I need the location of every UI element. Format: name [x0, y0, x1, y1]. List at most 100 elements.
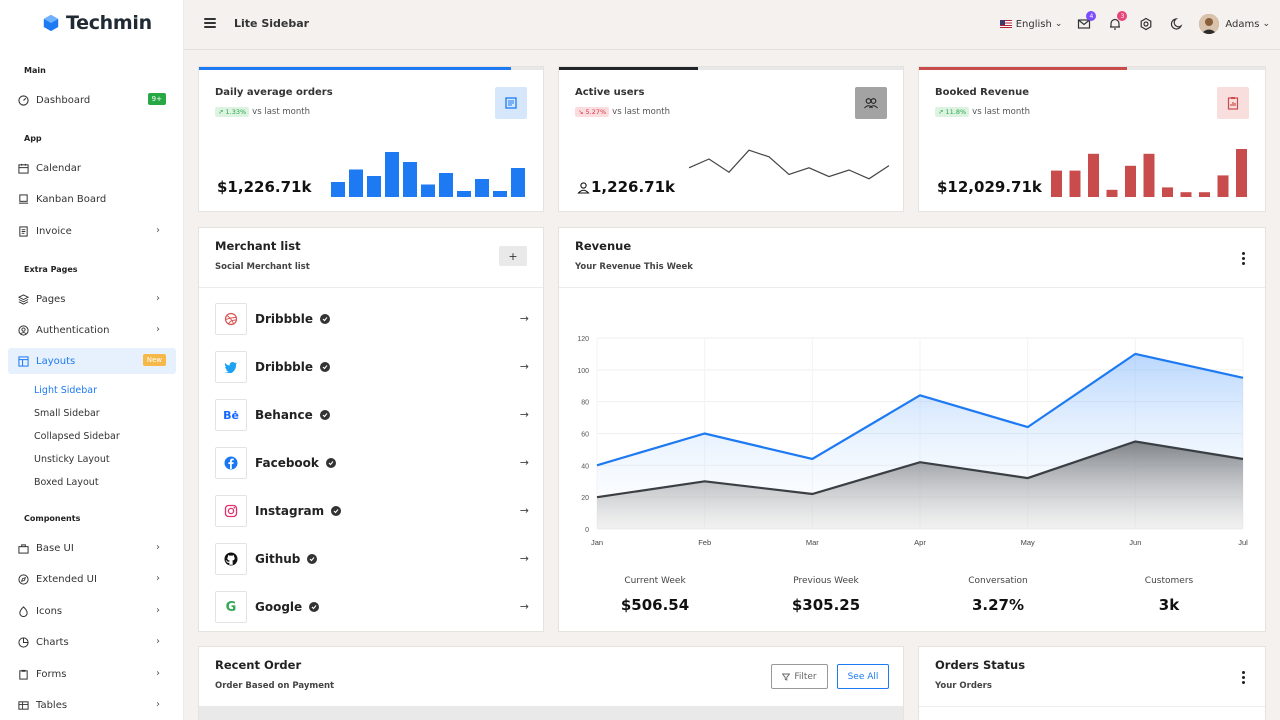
- sidebar-item-forms[interactable]: Forms ›: [8, 661, 176, 687]
- list-item[interactable]: Bė Behance →: [215, 399, 529, 431]
- sidebar-subitem-light-sidebar[interactable]: Light Sidebar: [34, 385, 97, 396]
- stat-value: $506.54: [620, 596, 690, 614]
- divider: [919, 706, 1265, 707]
- progress-bar: [559, 67, 698, 70]
- trend-up-chip: ↗ 1.33%: [215, 107, 250, 117]
- more-options-icon[interactable]: [1242, 671, 1245, 684]
- list-item[interactable]: Instagram →: [215, 495, 529, 527]
- sidebar-item-tables[interactable]: Tables ›: [8, 692, 176, 718]
- change-suffix: vs last month: [972, 107, 1030, 117]
- dashboard-icon: [17, 94, 29, 106]
- section-main: Main: [24, 66, 46, 75]
- section-components: Components: [24, 514, 81, 523]
- stat-conversation: Conversation 3.27%: [923, 576, 1073, 614]
- kpi-title: Active users: [575, 87, 645, 98]
- orders-sparkline: [331, 152, 525, 197]
- merchant-name: Behance: [255, 408, 313, 422]
- spark-bar: [1143, 153, 1155, 197]
- sidebar-subitem-collapsed-sidebar[interactable]: Collapsed Sidebar: [34, 431, 120, 442]
- settings-button[interactable]: [1137, 15, 1155, 33]
- sidebar-item-extended-ui[interactable]: Extended UI ›: [8, 566, 176, 592]
- user-icon: [577, 181, 590, 194]
- trend-down-chip: ↘ 5.27%: [575, 107, 610, 117]
- pages-icon: [17, 293, 29, 305]
- change-suffix: vs last month: [252, 107, 310, 117]
- sidebar-subitem-small-sidebar[interactable]: Small Sidebar: [34, 408, 100, 419]
- kpi-value-wrap: 1,226.71k: [577, 178, 675, 196]
- sidebar-item-base-ui[interactable]: Base UI ›: [8, 535, 176, 561]
- add-merchant-button[interactable]: +: [499, 246, 527, 266]
- behance-icon: Bė: [215, 399, 247, 431]
- list-item[interactable]: Dribbble →: [215, 303, 529, 335]
- y-tick-label: 80: [581, 400, 589, 407]
- sidebar-subitem-unsticky-layout[interactable]: Unsticky Layout: [34, 454, 110, 465]
- table-header: [199, 706, 903, 720]
- arrow-right-icon[interactable]: →: [520, 504, 529, 517]
- arrow-right-icon[interactable]: →: [520, 456, 529, 469]
- brand-name: Techmin: [66, 12, 152, 34]
- brand-logo[interactable]: Techmin: [42, 12, 152, 34]
- chevron-right-icon: ›: [156, 542, 160, 553]
- more-options-icon[interactable]: [1242, 252, 1245, 265]
- list-item[interactable]: Dribbble →: [215, 351, 529, 383]
- sidebar-item-authentication[interactable]: Authentication ›: [8, 317, 176, 343]
- spark-bar: [349, 169, 363, 197]
- sidebar-item-pages[interactable]: Pages ›: [8, 286, 176, 312]
- forms-icon: [17, 668, 29, 680]
- theme-toggle-button[interactable]: [1168, 15, 1186, 33]
- card-subtitle: Social Merchant list: [215, 262, 310, 272]
- kpi-card-revenue: Booked Revenue ↗ 11.8% vs last month $12…: [918, 66, 1266, 212]
- arrow-right-icon[interactable]: →: [520, 600, 529, 613]
- filter-button[interactable]: Filter: [771, 664, 828, 689]
- mail-button[interactable]: 4: [1075, 11, 1097, 33]
- user-menu[interactable]: Adams ⌄: [1199, 14, 1270, 34]
- spark-bar: [1051, 170, 1062, 197]
- spark-bar: [1069, 170, 1081, 197]
- sidebar-item-kanban[interactable]: Kanban Board: [8, 186, 176, 212]
- notification-button[interactable]: 3: [1106, 11, 1128, 33]
- arrow-right-icon[interactable]: →: [520, 408, 529, 421]
- sidebar-item-invoice[interactable]: Invoice ›: [8, 218, 176, 244]
- stat-value: 3.27%: [971, 596, 1025, 614]
- y-tick-label: 100: [577, 368, 589, 375]
- arrow-right-icon[interactable]: →: [520, 360, 529, 373]
- sidebar-item-calendar[interactable]: Calendar: [8, 155, 176, 181]
- list-item[interactable]: G Google →: [215, 591, 529, 623]
- arrow-right-icon[interactable]: →: [520, 312, 529, 325]
- card-title: Merchant list: [215, 239, 301, 253]
- kpi-change: ↘ 5.27% vs last month: [575, 107, 670, 117]
- sidebar-item-label: Base UI: [36, 542, 74, 554]
- language-selector[interactable]: English ⌄: [999, 18, 1063, 30]
- stat-value: $305.25: [791, 596, 861, 614]
- sidebar-item-layouts[interactable]: Layouts New: [8, 348, 176, 374]
- see-all-button[interactable]: See All: [837, 664, 889, 689]
- spark-bar: [439, 173, 453, 197]
- sidebar: Techmin Main Dashboard 9+ App Calendar K…: [0, 0, 184, 720]
- y-tick-label: 0: [585, 527, 589, 534]
- card-subtitle: Your Revenue This Week: [575, 262, 693, 272]
- sidebar-item-icons[interactable]: Icons ›: [8, 598, 176, 624]
- spark-bar: [331, 182, 345, 197]
- sidebar-item-label: Forms: [36, 668, 67, 680]
- menu-toggle-icon[interactable]: [204, 18, 216, 28]
- chevron-down-icon: ⌄: [1262, 19, 1270, 29]
- chevron-right-icon: ›: [156, 605, 160, 616]
- base-ui-icon: [17, 542, 29, 554]
- sidebar-subitem-boxed-layout[interactable]: Boxed Layout: [34, 477, 99, 488]
- list-item[interactable]: Github →: [215, 543, 529, 575]
- stat-customers: Customers 3k: [1094, 576, 1244, 614]
- y-tick-label: 120: [577, 336, 589, 343]
- us-flag-icon: [999, 20, 1012, 28]
- arrow-right-icon[interactable]: →: [520, 552, 529, 565]
- filter-icon: [782, 673, 791, 681]
- mail-count-badge: 4: [1086, 11, 1097, 21]
- sidebar-item-dashboard[interactable]: Dashboard 9+: [8, 87, 176, 113]
- merchant-name: Dribbble: [255, 360, 314, 374]
- spark-bar: [1199, 192, 1210, 197]
- change-value: 1.33%: [225, 108, 247, 116]
- sidebar-item-charts[interactable]: Charts ›: [8, 629, 176, 655]
- language-label: English: [1015, 18, 1052, 30]
- stat-previous-week: Previous Week $305.25: [751, 576, 901, 614]
- list-item[interactable]: Facebook →: [215, 447, 529, 479]
- chevron-down-icon: ⌄: [1054, 19, 1063, 29]
